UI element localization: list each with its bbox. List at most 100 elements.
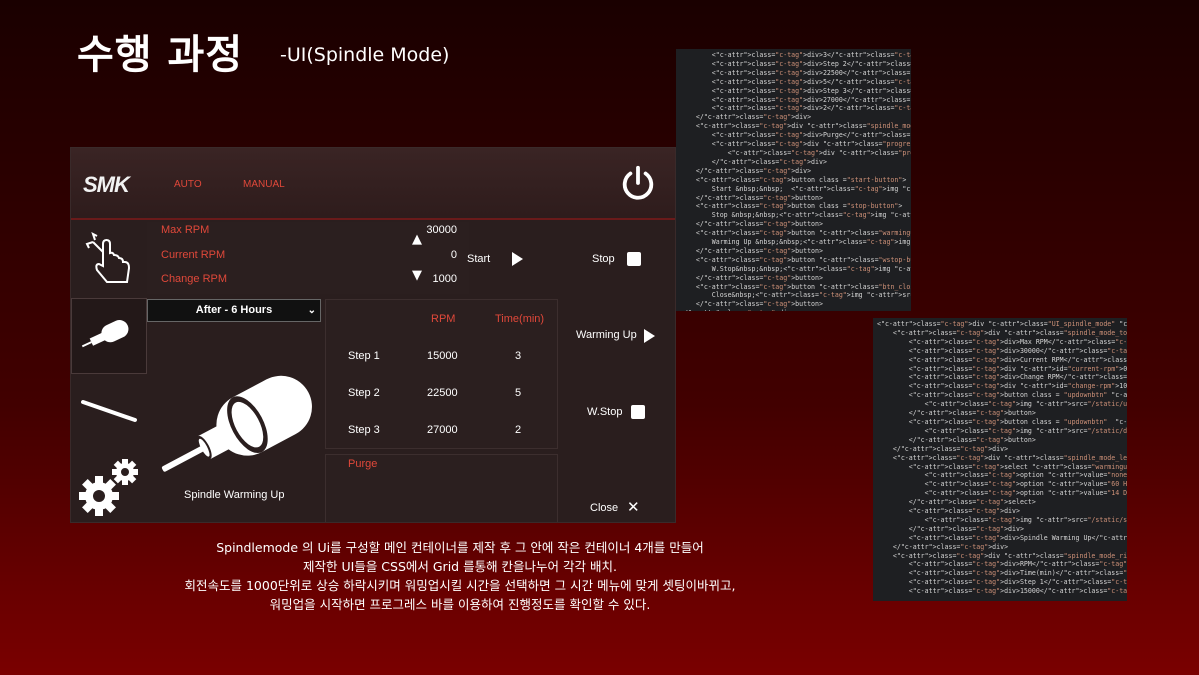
table-row-step: Step 1 [348, 350, 380, 362]
code-line: <"c-attr">class="c-tag">div "c-attr">cla… [877, 328, 1127, 337]
play-icon[interactable] [512, 252, 523, 266]
code-line: <"c-attr">class="c-tag">div "c-attr">cla… [877, 320, 1127, 328]
caption-line: 회전속도를 1000단위로 상승 하락시키며 워밍업시킬 시간을 선택하면 그 … [184, 578, 736, 593]
current-rpm-label: Current RPM [161, 249, 226, 261]
max-rpm-value: 30000 [426, 224, 457, 236]
spindle-tile[interactable] [71, 298, 147, 374]
code-line: <"c-attr">class="c-tag">div>Current RPM<… [877, 355, 1127, 364]
code-line: W.Stop&nbsp;&nbsp;<"c-attr">class="c-tag… [680, 264, 911, 273]
code-line: </"c-attr">class="c-tag">div> [877, 524, 1024, 533]
code-line: </"c-attr">class="c-tag">div> [680, 157, 827, 166]
code-line: <"c-attr">class="c-tag">div>Step 1</"c-a… [877, 578, 1127, 587]
spindle-panel: Spindle Warming Up [147, 324, 322, 522]
code-screenshot-top: <"c-attr">class="c-tag">div>3</"c-attr">… [676, 49, 911, 311]
code-line: </"c-attr">class="c-tag">select> [877, 498, 1036, 507]
slide-subtitle: -UI(Spindle Mode) [280, 44, 450, 66]
rpm-down-button[interactable]: ▼ [412, 268, 422, 283]
table-row-rpm: 27000 [427, 424, 458, 436]
code-line: <"c-attr">class="c-tag">div>22500</"c-at… [680, 68, 911, 77]
rpm-up-button[interactable]: ▲ [412, 232, 422, 247]
stop-icon[interactable] [631, 405, 645, 419]
spindle-small-icon [81, 320, 129, 348]
purge-panel: Purge [325, 454, 558, 522]
code-line: <"c-attr">class="c-tag">div>Step 2</"c-a… [680, 59, 911, 68]
table-header-time: Time(min) [495, 313, 545, 325]
table-row-time: 5 [515, 387, 522, 399]
table-row-step: Step 3 [348, 424, 380, 436]
start-button[interactable]: Start [467, 253, 490, 265]
top-bar: SMK AUTO MANUAL [71, 148, 675, 220]
table-row-rpm: 15000 [427, 350, 458, 362]
select-value: After - 6 Hours [195, 304, 273, 316]
code-line: <"c-attr">class="c-tag">div>15000</"c-at… [877, 587, 1127, 596]
code-line: <"c-attr">class="c-tag">button "c-attr">… [680, 255, 911, 264]
gears-icon [79, 459, 138, 516]
code-line: <"c-attr">class="c-tag">div>2</"c-attr">… [680, 104, 911, 113]
code-line: <"c-attr">class="c-tag">button class ="s… [680, 202, 903, 211]
settings-tile[interactable] [71, 448, 147, 522]
code-line: <"c-attr">class="c-tag">div>Purge</"c-at… [680, 131, 911, 140]
touch-tile[interactable] [71, 224, 147, 296]
close-button[interactable]: Close [590, 502, 618, 514]
code-line: <"c-attr">class="c-tag">div "c-attr">cla… [680, 148, 911, 157]
code-line: </"c-attr">class="c-tag">div> [877, 444, 1009, 453]
table-header-rpm: RPM [431, 313, 456, 325]
code-line: <"c-attr">class="c-tag">div "c-attr">cla… [680, 140, 911, 149]
spindle-mode-ui: SMK AUTO MANUAL Max RPM 30000 Current RP… [70, 147, 676, 523]
caption-line: 워밍업을 시작하면 프로그레스 바를 이용하여 진행정도를 확인할 수 있다. [269, 597, 651, 612]
touch-hand-icon [85, 232, 131, 283]
code-line: <"c-attr">class="c-tag">select "c-attr">… [877, 462, 1127, 471]
code-line: <"c-attr">class="c-tag">img "c-attr">src… [877, 515, 1127, 524]
spindle-large-icon [161, 375, 312, 472]
code-line: <"c-attr">class="c-tag">button class = "… [877, 417, 1127, 426]
code-line: <"c-attr">class="c-tag">div>Change RPM</… [877, 373, 1127, 382]
code-line: <"c-attr">class="c-tag">div>27000</"c-at… [680, 95, 911, 104]
code-line: Close&nbsp;<"c-attr">class="c-tag">img "… [680, 291, 911, 300]
nav-auto-link[interactable]: AUTO [174, 179, 202, 190]
code-line: <"c-attr">class="c-tag">option "c-attr">… [877, 480, 1127, 489]
code-line: <"c-attr">class="c-tag">button class ="s… [680, 175, 907, 184]
code-line: <"c-attr">class="c-tag">div>30000</"c-at… [877, 346, 1127, 355]
change-rpm-label: Change RPM [161, 273, 228, 285]
code-line: </"c-attr">class="c-tag">div> [680, 113, 812, 122]
stop-button[interactable]: Stop [592, 253, 615, 265]
code-line: <"c-attr">class="c-tag">img "c-attr">src… [877, 426, 1127, 435]
slide-title: 수행 과정 [77, 32, 244, 78]
code-line: </"c-attr">class="c-tag">button> [680, 220, 823, 229]
warmingup-time-select[interactable]: After - 6 Hours ⌄ [147, 299, 321, 322]
power-icon[interactable] [619, 164, 657, 202]
code-line: <"c-attr">class="c-tag">button "c-attr">… [680, 229, 911, 238]
wstop-button[interactable]: W.Stop [587, 406, 622, 418]
code-line: <"c-attr">class="c-tag">img "c-attr">src… [877, 400, 1127, 409]
code-line: </"c-attr">class="c-tag">div> [680, 166, 812, 175]
code-line: <"c-attr">class="c-tag">option "c-attr">… [877, 471, 1127, 480]
code-line: <"c-attr">class="c-tag">div "c-attr">cla… [680, 122, 911, 131]
code-line: <"c-attr">class="c-tag">div>Spindle Warm… [877, 533, 1127, 542]
code-line: </"c-attr">class="c-tag">button> [877, 409, 1036, 418]
code-line: Start &nbsp;&nbsp; <"c-attr">class="c-ta… [680, 184, 911, 193]
code-line: <"c-attr">class="c-tag">div "c-attr">id=… [877, 364, 1127, 373]
play-icon[interactable] [644, 329, 655, 343]
code-line: <"c-attr">class="c-tag">div>Max RPM</"c-… [877, 337, 1127, 346]
steps-table: RPM Time(min) Step 1 15000 3 Step 2 2250… [325, 299, 558, 449]
code-line: Warming Up &nbsp;&nbsp;<"c-attr">class="… [680, 238, 911, 247]
chevron-down-icon: ⌄ [307, 305, 316, 316]
table-row-step: Step 2 [348, 387, 380, 399]
code-line: </"c-attr">class="c-tag">button> [680, 193, 823, 202]
code-line: </"c-attr">class="c-tag">div> [680, 309, 911, 311]
change-rpm-value: 1000 [432, 273, 457, 285]
logo: SMK [83, 172, 130, 197]
caption-line: 제작한 UI들을 CSS에서 Grid 를통해 칸을나누어 각각 배치. [303, 559, 617, 574]
stop-icon[interactable] [627, 252, 641, 266]
code-line: <"c-attr">class="c-tag">div "c-attr">cla… [877, 551, 1127, 560]
description-caption: Spindlemode 의 Ui를 구성할 메인 컨테이너를 제작 후 그 안에… [140, 538, 780, 614]
code-line: </"c-attr">class="c-tag">button> [680, 246, 823, 255]
code-line: <"c-attr">class="c-tag">div>Step 3</"c-a… [680, 86, 911, 95]
nav-manual-link[interactable]: MANUAL [243, 179, 285, 190]
code-line: Stop &nbsp;&nbsp;<"c-attr">class="c-tag"… [680, 211, 911, 220]
current-rpm-value: 0 [450, 249, 457, 261]
tool-tile[interactable] [71, 378, 147, 438]
close-icon[interactable]: ✕ [627, 498, 640, 516]
code-line: <"c-attr">class="c-tag">div> [877, 507, 1020, 516]
warming-up-button[interactable]: Warming Up [576, 329, 637, 341]
